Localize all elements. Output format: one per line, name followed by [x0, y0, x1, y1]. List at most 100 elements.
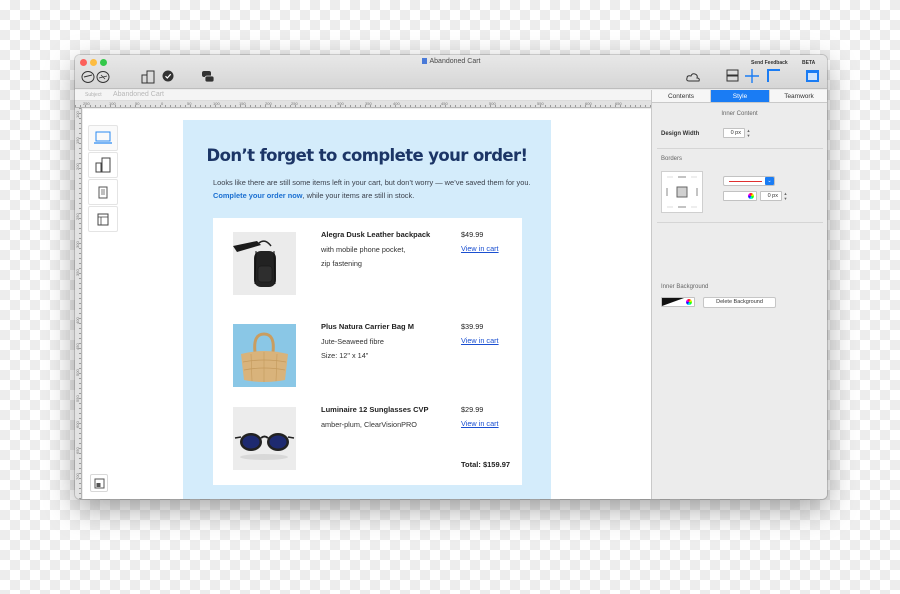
email-intro-text[interactable]: Looks like there are still some items le… [213, 176, 533, 202]
ruler-tick-label: 400 [393, 101, 400, 106]
item-desc-line: with mobile phone pocket, [321, 245, 406, 254]
design-width-label: Design Width [661, 131, 700, 137]
ruler-tick-label: 600 [75, 421, 80, 428]
straw-bag-image [233, 324, 296, 387]
title-bar: Abandoned Cart Send Feedback BETA [75, 55, 827, 89]
background-color-swatch[interactable] [661, 297, 695, 307]
ruler-tick-label: 150 [75, 137, 80, 144]
ruler-tick-label: 450 [441, 101, 448, 106]
border-style-preview [729, 181, 762, 182]
ruler-tick-label: 250 [83, 101, 90, 106]
ruler-tick-label: 200 [75, 163, 80, 170]
item-description: with mobile phone pocket, zip fastening [321, 243, 405, 271]
cloud-icon[interactable] [686, 72, 700, 85]
sidebar-icon[interactable] [806, 70, 819, 85]
horizontal-ruler: 250 100 50 0 50 100 150 200 250 300 350 … [75, 101, 651, 108]
chevron-down-icon: ⌄ [765, 177, 774, 185]
vertical-ruler: 100 150 200 250 300 350 400 450 500 550 … [75, 108, 82, 499]
design-width-input[interactable]: 0 px [723, 128, 745, 138]
ruler-tick-label: 650 [75, 447, 80, 454]
subject-input[interactable]: Abandoned Cart [113, 91, 164, 98]
check-circle-icon[interactable] [162, 70, 174, 85]
view-in-cart-link[interactable]: View in cart [461, 336, 499, 345]
editor-canvas[interactable]: Don’t forget to complete your order! Loo… [83, 109, 651, 499]
border-color-swatch[interactable] [723, 191, 757, 201]
ruler-tick-label: 50 [187, 101, 192, 106]
item-name: Plus Natura Carrier Bag M [321, 322, 414, 331]
stamp-icon[interactable] [81, 70, 111, 87]
app-window: Abandoned Cart Send Feedback BETA Subjec… [75, 55, 827, 499]
border-style-select[interactable]: ⌄ [723, 176, 775, 186]
sunglasses-image [233, 407, 296, 470]
layout-preview-button[interactable] [88, 206, 118, 232]
ruler-tick-label: 100 [213, 101, 220, 106]
item-price: $29.99 [461, 405, 484, 414]
borders-title: Borders [661, 156, 683, 162]
crosshair-icon[interactable] [745, 69, 759, 86]
item-description: amber-plum, ClearVisionPRO [321, 418, 417, 432]
ruler-tick-label: 150 [239, 101, 246, 106]
subject-label: Subject [85, 92, 102, 98]
view-in-cart-link[interactable]: View in cart [461, 419, 499, 428]
cart-item: Alegra Dusk Leather backpack with mobile… [213, 218, 522, 295]
item-price: $39.99 [461, 322, 484, 331]
ruler-tick-label: 300 [337, 101, 344, 106]
cart-item: Plus Natura Carrier Bag M Jute-Seaweed f… [213, 310, 522, 387]
inner-content-title: Inner Content [721, 111, 758, 117]
device-preview-toolbar [88, 125, 120, 233]
ruler-tick-label: 500 [489, 101, 496, 106]
view-in-cart-link[interactable]: View in cart [461, 244, 499, 253]
device-icon[interactable] [141, 70, 155, 87]
corner-icon[interactable] [767, 69, 780, 85]
beta-badge: BETA [802, 60, 816, 66]
border-width-input[interactable]: 0 px [760, 191, 782, 201]
border-width-stepper[interactable]: ▲ ▼ [783, 191, 788, 201]
ruler-tick-label: 400 [75, 317, 80, 324]
backpack-image [233, 232, 296, 295]
ruler-tick-label: 0 [161, 101, 164, 106]
tab-contents[interactable]: Contents [652, 90, 711, 102]
intro-text-end: , while your items are still in stock. [302, 191, 415, 200]
cart-items-card: Alegra Dusk Leather backpack with mobile… [213, 218, 522, 485]
ruler-tick-label: 350 [365, 101, 372, 106]
color-wheel-icon [686, 299, 692, 305]
ruler-tick-label: 250 [291, 101, 298, 106]
email-heading[interactable]: Don’t forget to complete your order! [183, 146, 551, 165]
inspector-panel: Contents Style Teamwork Inner Content De… [651, 90, 827, 499]
inner-background-title: Inner Background [661, 284, 709, 290]
ruler-tick-label: 550 [537, 101, 544, 106]
document-icon [421, 58, 427, 64]
canvas-corner-button[interactable] [90, 474, 108, 492]
resize-corner-icon [94, 478, 104, 488]
tab-teamwork[interactable]: Teamwork [770, 90, 827, 102]
subject-bar: Subject Abandoned Cart [75, 90, 651, 101]
order-total: Total: $159.97 [461, 460, 511, 469]
desktop-preview-button[interactable] [88, 125, 118, 151]
text-preview-button[interactable] [88, 179, 118, 205]
send-feedback-link[interactable]: Send Feedback [751, 60, 788, 66]
layout-icon[interactable] [726, 69, 739, 85]
design-width-stepper[interactable]: ▲ ▼ [746, 128, 751, 138]
ruler-tick-label: 650 [615, 101, 622, 106]
document-text-icon [98, 186, 108, 198]
panel-divider [657, 148, 823, 149]
item-name: Luminaire 12 Sunglasses CVP [321, 405, 429, 414]
item-price: $49.99 [461, 230, 484, 239]
complete-order-link[interactable]: Complete your order now [213, 191, 303, 200]
panel-divider [657, 222, 823, 223]
ruler-tick-label: 500 [75, 369, 80, 376]
ruler-tick-label: 600 [585, 101, 592, 106]
ruler-tick-label: 450 [75, 343, 80, 350]
tab-style[interactable]: Style [711, 90, 770, 102]
chat-icon[interactable] [201, 70, 215, 86]
item-desc-line: zip fastening [321, 259, 362, 268]
email-preview[interactable]: Don’t forget to complete your order! Loo… [183, 120, 551, 499]
border-sides-icon [666, 176, 698, 208]
item-desc-line: Size: 12" x 14" [321, 351, 369, 360]
delete-background-button[interactable]: Delete Background [703, 297, 776, 308]
ruler-tick-label: 300 [75, 241, 80, 248]
border-side-picker[interactable] [661, 171, 703, 213]
mobile-preview-button[interactable] [88, 152, 118, 178]
item-description: Jute-Seaweed fibre Size: 12" x 14" [321, 335, 384, 363]
ruler-tick-label: 100 [109, 101, 116, 106]
